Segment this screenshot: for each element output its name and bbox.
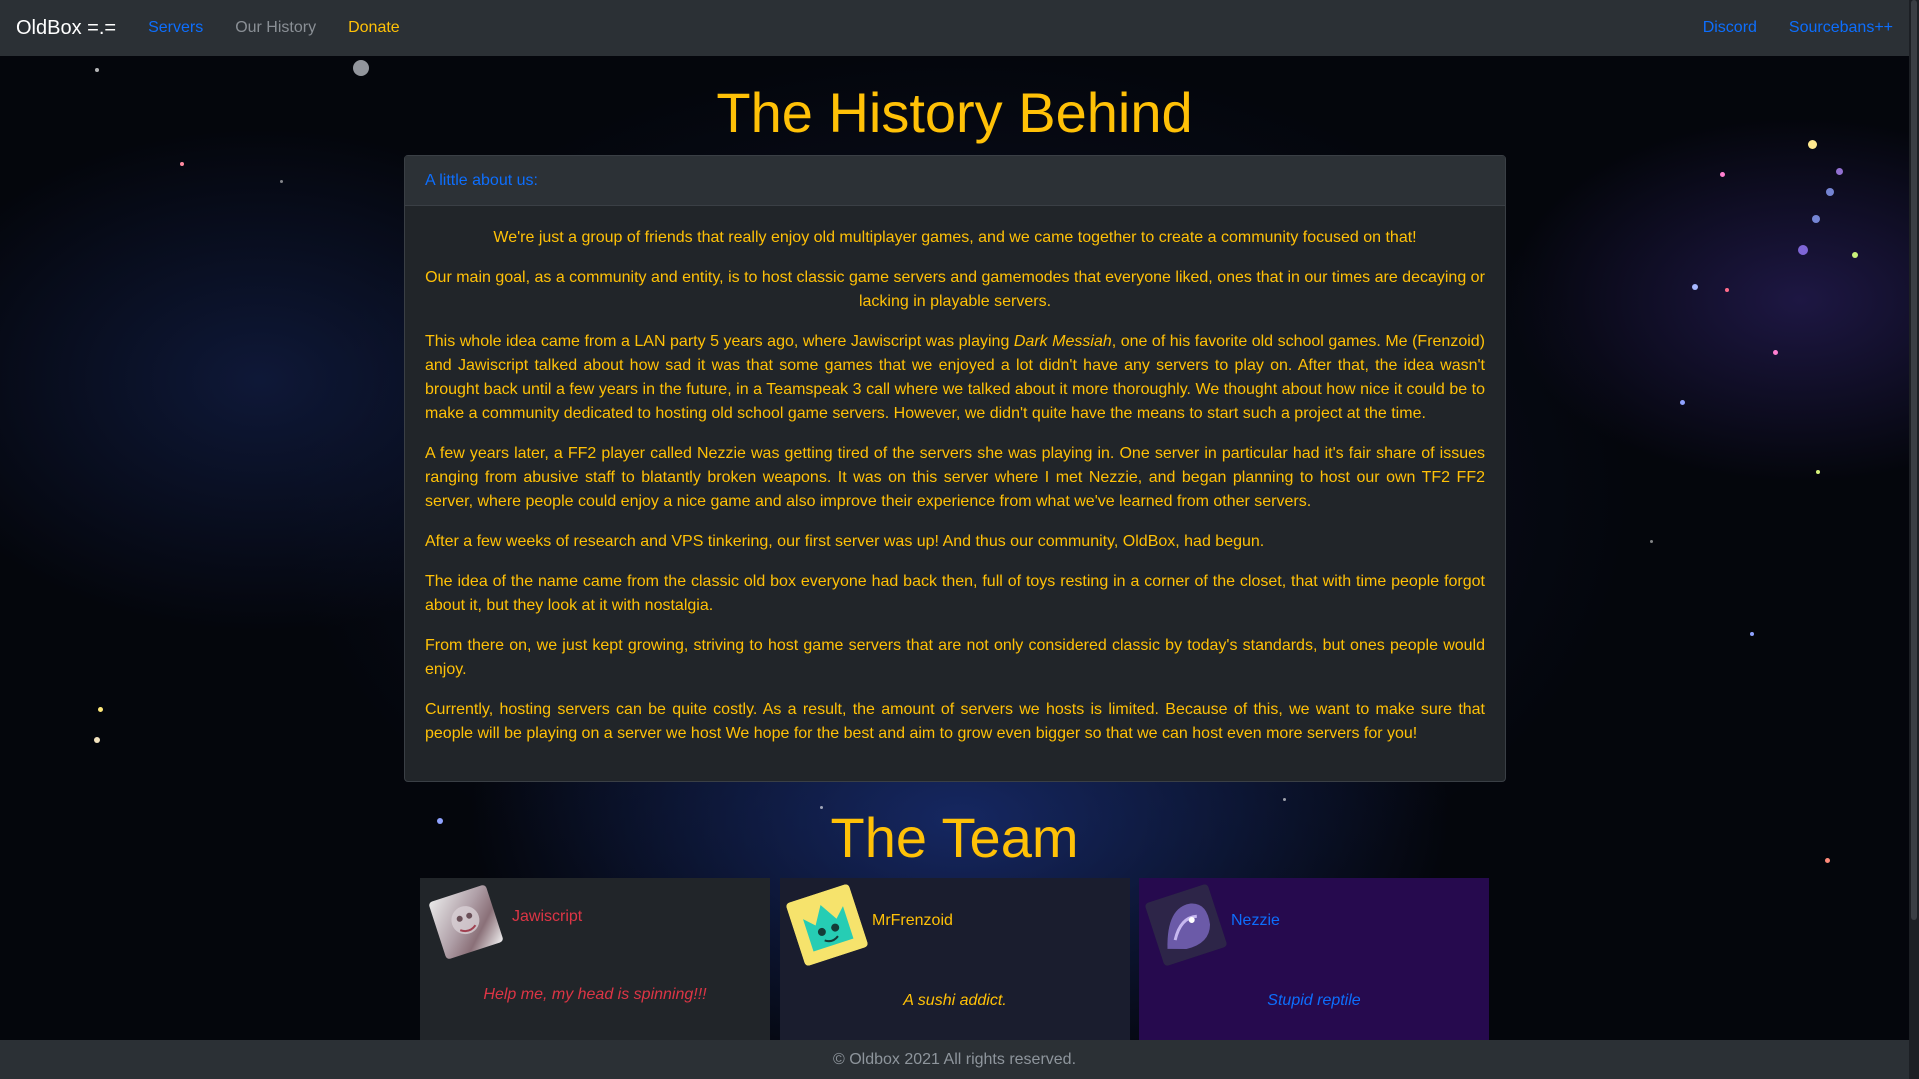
star [1852, 252, 1858, 258]
star [1650, 540, 1653, 543]
game-title-emphasis: Dark Messiah [1013, 333, 1112, 350]
star [1725, 288, 1729, 292]
nav-our-history-link[interactable]: Our History [235, 19, 316, 37]
avatar-art-icon [1144, 883, 1228, 967]
nezzie-avatar [1144, 883, 1228, 967]
team-member-card: Jawiscript Help me, my head is spinning!… [420, 878, 770, 1040]
star [180, 162, 184, 166]
star [1692, 284, 1698, 290]
brand-logo[interactable]: OldBox =.= [16, 17, 116, 40]
card-header: A little about us: [405, 156, 1505, 206]
team-member-card: Nezzie Stupid reptile [1139, 878, 1489, 1040]
history-paragraph: This whole idea came from a LAN party 5 … [425, 330, 1485, 426]
nav-donate-link[interactable]: Donate [348, 19, 400, 37]
card-header-label: A little about us: [425, 171, 538, 189]
copyright-text: © Oldbox 2021 All rights reserved. [832, 1051, 1077, 1068]
history-paragraph: After a few weeks of research and VPS ti… [425, 533, 1265, 550]
history-paragraph: Currently, hosting servers can be quite … [425, 701, 1485, 742]
history-paragraph: A few years later, a FF2 player called N… [425, 445, 1485, 510]
star [1720, 172, 1725, 177]
star [1680, 400, 1685, 405]
star [1836, 168, 1843, 175]
member-name: MrFrenzoid [872, 912, 953, 929]
star [1798, 245, 1808, 255]
jawiscript-avatar [428, 884, 504, 960]
avatar-art-icon [785, 883, 869, 967]
star [1816, 470, 1820, 474]
card-body: We're just a group of friends that reall… [405, 206, 1505, 746]
page-scrollbar[interactable] [1909, 0, 1919, 1079]
history-paragraph: The idea of the name came from the class… [425, 573, 1485, 614]
history-paragraph: We're just a group of friends that reall… [493, 229, 1417, 246]
member-quote: A sushi addict. [903, 992, 1007, 1009]
history-card: A little about us: We're just a group of… [404, 155, 1506, 782]
team-section-title: The Team [830, 806, 1079, 869]
star [1826, 188, 1834, 196]
star [1283, 798, 1286, 801]
avatar-art-icon [451, 906, 480, 935]
scrollbar-thumb[interactable] [1911, 0, 1917, 920]
star [353, 60, 369, 76]
star [95, 68, 99, 72]
nav-discord-link[interactable]: Discord [1703, 19, 1757, 37]
star [1750, 632, 1754, 636]
member-name: Jawiscript [512, 908, 583, 925]
page-footer: © Oldbox 2021 All rights reserved. [0, 1040, 1909, 1079]
star [280, 180, 283, 183]
member-quote: Stupid reptile [1267, 992, 1361, 1009]
star [1773, 350, 1778, 355]
star [98, 707, 103, 712]
top-navbar: OldBox =.= Servers Our History Donate Di… [0, 0, 1909, 56]
nav-servers-link[interactable]: Servers [148, 19, 203, 37]
member-name: Nezzie [1231, 912, 1280, 929]
page-title: The History Behind [716, 81, 1193, 144]
history-paragraph: Our main goal, as a community and entity… [425, 269, 1485, 310]
navbar-right-group: Discord Sourcebans++ [1671, 19, 1893, 37]
paragraph-text: This whole idea came from a LAN party 5 … [425, 333, 1014, 350]
nav-sourcebans-link[interactable]: Sourcebans++ [1789, 19, 1893, 37]
star [1812, 215, 1820, 223]
member-quote: Help me, my head is spinning!!! [483, 986, 707, 1003]
star [94, 737, 100, 743]
mrfrenzoid-avatar [785, 883, 869, 967]
history-paragraph: From there on, we just kept growing, str… [425, 637, 1485, 678]
team-member-card: MrFrenzoid A sushi addict. [780, 878, 1130, 1040]
